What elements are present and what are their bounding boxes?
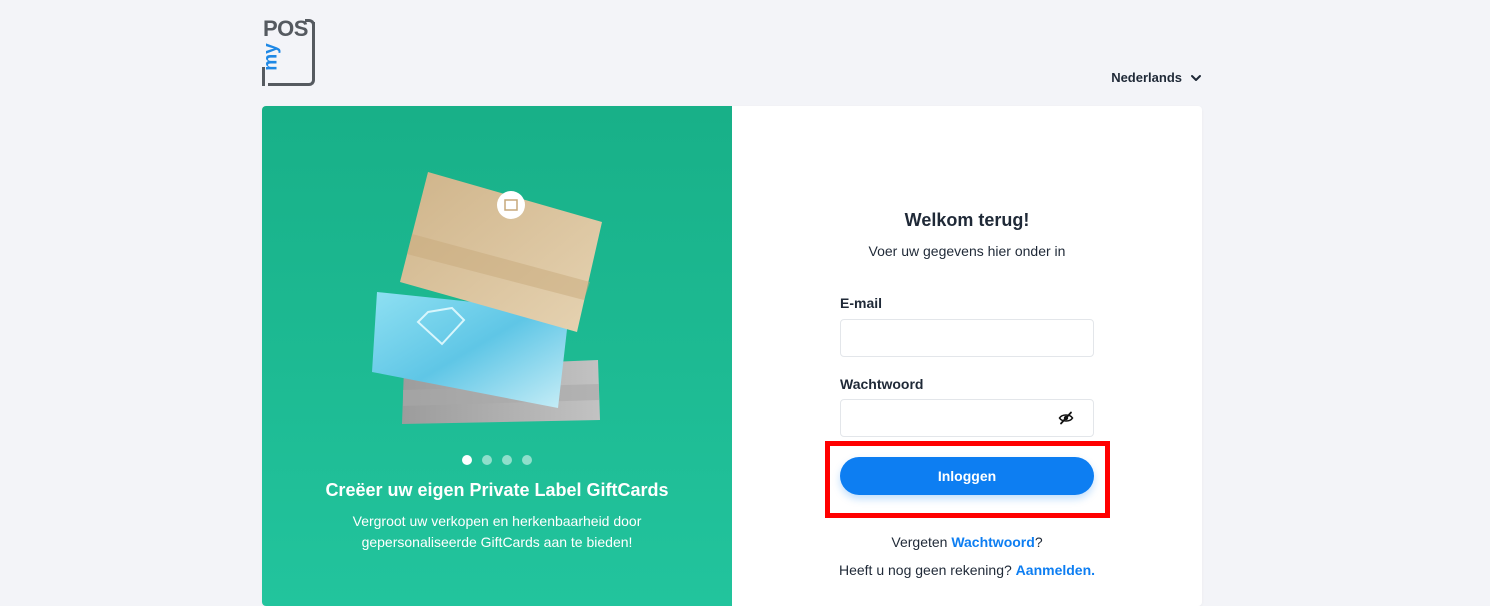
eye-slash-icon[interactable] — [1058, 410, 1074, 426]
signup-prefix: Heeft u nog geen rekening? — [838, 562, 1016, 578]
carousel-dot-1[interactable] — [462, 455, 472, 465]
logo-text-pos: POS — [263, 16, 308, 41]
carousel-dot-4[interactable] — [522, 455, 532, 465]
chevron-down-icon — [1191, 74, 1201, 81]
giftcards-illustration — [372, 172, 602, 424]
header: POS my Nederlands — [260, 16, 1202, 88]
promo-title: Creëer uw eigen Private Label GiftCards — [325, 480, 669, 500]
language-label: Nederlands — [1111, 70, 1182, 85]
logo-text-my: my — [260, 43, 282, 71]
forgot-prefix: Vergeten — [891, 534, 952, 550]
language-selector[interactable]: Nederlands — [1111, 70, 1202, 85]
carousel-dots — [462, 455, 532, 465]
promo-panel: Creëer uw eigen Private Label GiftCards … — [262, 106, 732, 606]
password-field[interactable] — [840, 399, 1094, 437]
login-button[interactable]: Inloggen — [840, 457, 1094, 495]
forgot-suffix: ? — [1034, 534, 1043, 550]
login-subtitle: Voer uw gegevens hier onder in — [868, 243, 1066, 259]
password-label: Wachtwoord — [840, 376, 924, 392]
forgot-password-link[interactable]: Wachtwoord — [951, 534, 1034, 550]
email-field[interactable] — [840, 319, 1094, 357]
promo-text: Vergroot uw verkopen en herkenbaarheid d… — [352, 513, 642, 550]
login-card: Creëer uw eigen Private Label GiftCards … — [262, 106, 1202, 606]
email-label: E-mail — [840, 295, 883, 311]
login-panel: Welkom terug! Voer uw gegevens hier onde… — [732, 106, 1202, 606]
login-title: Welkom terug! — [904, 210, 1030, 230]
signup-link[interactable]: Aanmelden. — [1016, 562, 1095, 578]
forgot-password: Vergeten Wachtwoord? — [732, 534, 1202, 550]
mypos-logo[interactable]: POS my — [260, 16, 318, 88]
signup-prompt: Heeft u nog geen rekening? Aanmelden. — [732, 562, 1202, 578]
carousel-dot-3[interactable] — [502, 455, 512, 465]
carousel-dot-2[interactable] — [482, 455, 492, 465]
